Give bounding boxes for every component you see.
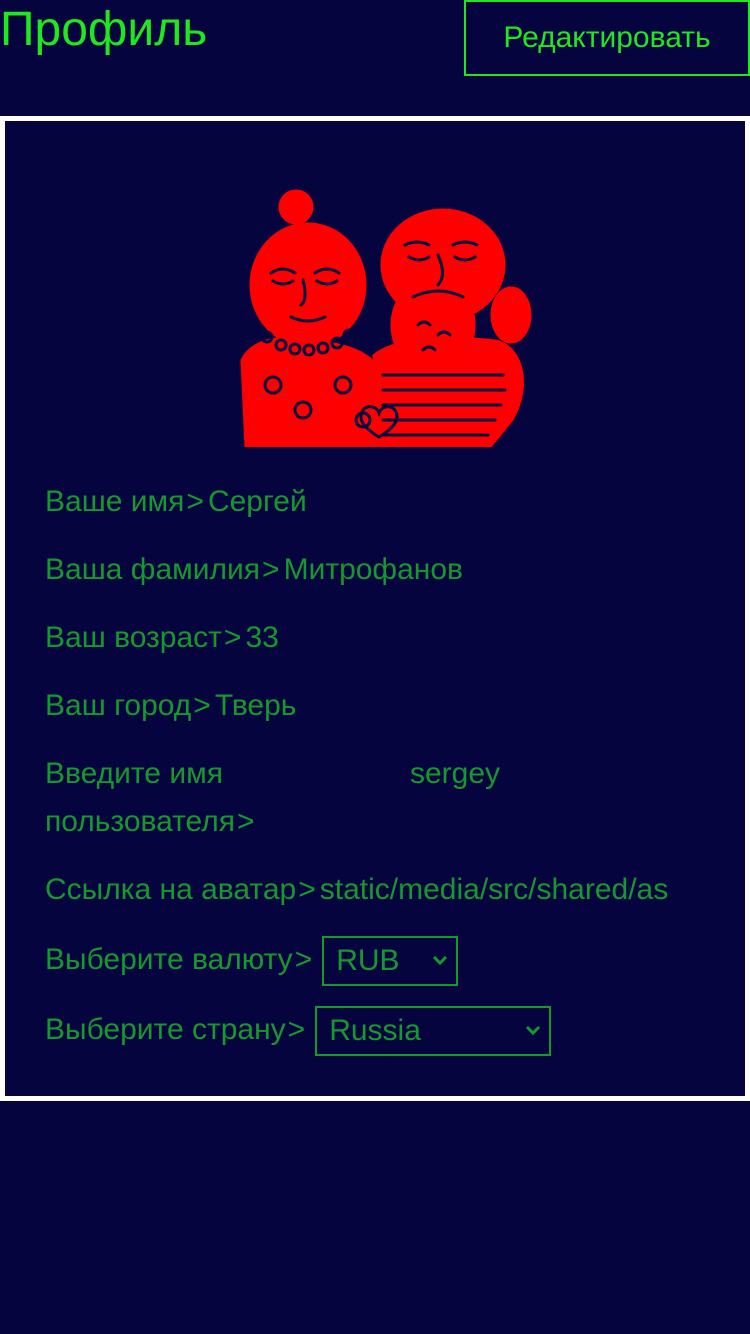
first-name-label: Ваше имя <box>45 485 185 518</box>
country-label: Выберите страну <box>45 1013 286 1046</box>
username-label: Введите имя пользователя <box>45 757 235 838</box>
separator: > <box>186 485 204 518</box>
avatar-link-value: static/media/src/shared/as <box>319 873 669 906</box>
separator: > <box>298 873 316 906</box>
page-title: Профиль <box>0 3 208 56</box>
city-label: Ваш город <box>45 689 192 722</box>
avatar-link-label: Ссылка на аватар <box>45 873 297 906</box>
username-label-wrap: Введите имя пользователя> <box>45 750 285 846</box>
username-value: sergey <box>410 757 501 790</box>
last-name-value: Митрофанов <box>283 553 463 586</box>
separator: > <box>193 689 211 722</box>
chevron-down-icon <box>526 1026 541 1036</box>
age-row: Ваш возраст> 33 <box>45 614 707 662</box>
currency-row: Выберите валюту> RUB <box>45 936 707 987</box>
avatar-link-row: Ссылка на аватар> static/media/src/shared… <box>45 866 707 914</box>
separator: > <box>294 943 313 976</box>
country-row: Выберите страну> Russia <box>45 1006 707 1057</box>
chevron-down-icon <box>433 956 448 966</box>
profile-card: Ваше имя> Сергей Ваша фамилия> Митрофанов … <box>0 116 750 1101</box>
first-name-row: Ваше имя> Сергей <box>45 478 707 526</box>
country-selected: Russia <box>329 1014 421 1048</box>
country-select-wrap: Russia <box>315 1006 552 1057</box>
last-name-label: Ваша фамилия <box>45 553 261 586</box>
couple-illustration-icon <box>240 189 532 447</box>
city-row: Ваш город> Тверь <box>45 682 707 730</box>
currency-selected: RUB <box>336 944 400 978</box>
separator: > <box>287 1013 306 1046</box>
city-value: Тверь <box>214 689 297 722</box>
first-name-value: Сергей <box>207 485 307 518</box>
last-name-row: Ваша фамилия> Митрофанов <box>45 546 707 594</box>
age-value: 33 <box>245 621 279 654</box>
username-row: Введите имя пользователя> sergey <box>45 750 707 846</box>
country-select[interactable]: Russia <box>315 1006 552 1057</box>
age-label: Ваш возраст <box>45 621 222 654</box>
separator: > <box>223 621 242 654</box>
separator: > <box>236 805 255 838</box>
currency-select[interactable]: RUB <box>322 936 459 987</box>
edit-button[interactable]: Редактировать <box>464 0 750 76</box>
separator: > <box>262 553 280 586</box>
currency-label: Выберите валюту <box>45 943 293 976</box>
currency-select-wrap: RUB <box>322 936 459 987</box>
